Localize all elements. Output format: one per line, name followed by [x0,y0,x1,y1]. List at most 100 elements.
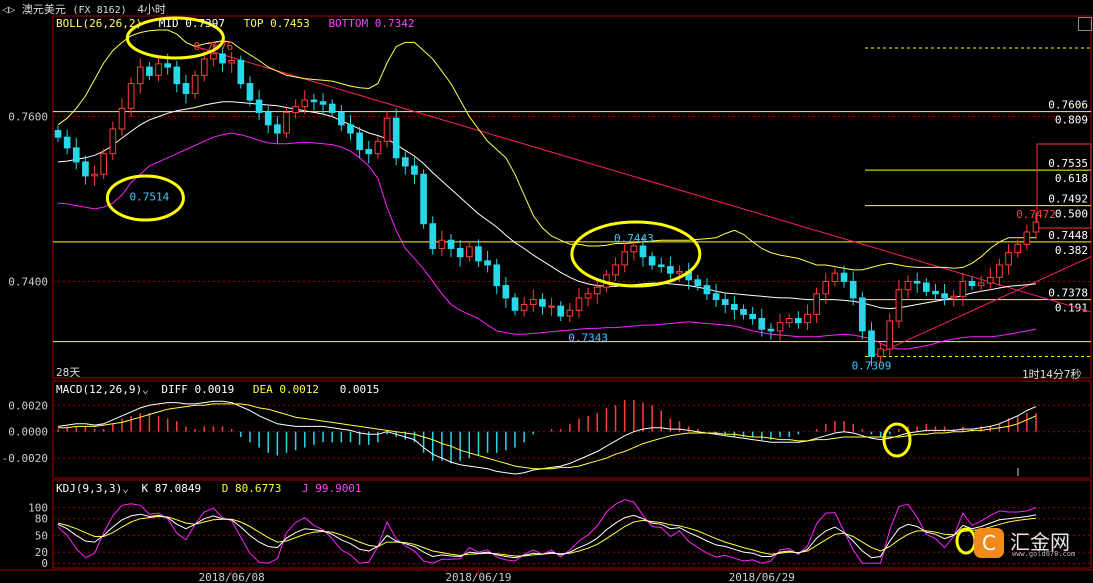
boll-bottom-value: BOTTOM 0.7342 [328,17,415,30]
candle-up [959,280,967,297]
fib-ratio-label: 0.618 [1055,172,1088,185]
candle-down [922,282,930,292]
candle-down [868,330,875,357]
candle-down [456,247,464,258]
symbol-title: ◁▷ 澳元美元 (FX 8162) 4小时 [2,1,166,17]
price-axis-tick: 0.7600 [8,111,48,124]
candle-down [182,83,190,94]
macd-legend: MACD(12,26,9)⌄ DIFF 0.0019 DEA 0.0012 0.… [56,383,379,396]
candle-down [648,256,656,266]
candle-up [950,295,958,299]
candle-up [776,322,784,332]
price-axis-tick: 0.7400 [8,275,48,288]
candle-down [932,290,939,295]
candle-down [82,161,89,177]
chart-canvas: 0.7600 0.7400 0.7606 0.809 0.7535 0.618 0.7492… [0,15,1093,583]
candle-down [795,318,802,324]
candle-down [740,308,747,315]
candle-up [438,239,446,249]
candle-up [593,286,601,295]
candle-down [365,149,373,155]
logo-url: www.gold678.com [1012,550,1076,558]
price-annotation: 0.7514 [130,190,170,203]
candle-down [557,305,565,317]
candle-up [529,299,537,306]
fib-ratio-label: 0.809 [1055,114,1088,127]
candle-down [484,260,491,266]
candle-down [219,53,226,64]
kdj-axis-tick: 80 [35,513,48,526]
candle-down [667,266,674,274]
candle-up [831,272,839,282]
fib-price-label: 0.7492 [1048,193,1088,206]
candle-down [840,272,848,282]
chevron-down-icon[interactable]: ⌄ [142,383,149,396]
macd-axis-tick: 0.0000 [8,426,48,439]
candle-down [639,245,647,258]
candle-down [493,264,501,287]
candle-up [127,83,135,109]
period-selector[interactable]: 4小时 [137,3,166,16]
candle-down [328,103,336,113]
maximize-button[interactable] [1078,17,1092,31]
candle-down [502,285,510,299]
price-annotation: 0.7472 [1016,208,1056,221]
candle-up [986,276,994,284]
candle-up [1032,221,1040,233]
candle-down [475,246,482,262]
candle-down [913,280,921,284]
candle-down [849,280,857,299]
fib-price-label: 0.7606 [1048,99,1088,112]
chevron-down-icon[interactable]: ⌄ [122,482,129,495]
candle-down [968,280,976,287]
candle-up [191,74,199,94]
macd-dea-value: DEA 0.0012 [252,383,320,396]
candle-up [804,313,811,324]
candle-down [347,124,354,134]
candle-down [767,328,775,332]
candle-down [731,304,738,310]
kdj-d-value: D 80.6773 [221,482,282,495]
candle-down [274,124,281,134]
candle-up [200,58,208,76]
candle-up [996,264,1003,278]
fib-ratio-label: 0.382 [1055,244,1088,257]
candle-up [155,63,162,76]
fib-ratio-label: 0.500 [1055,208,1088,221]
watermark-logo: C 汇金网 www.gold678.com [966,522,1090,562]
time-axis-label: 2018/06/08 [199,571,265,583]
fib-price-label: 0.7535 [1048,157,1088,170]
candle-down [63,136,71,149]
candle-down [72,147,80,163]
candle-down [392,117,400,159]
kdj-legend: KDJ(9,3,3)⌄ K 87.0849 D 80.6773 J 99.900… [56,482,362,495]
candle-up [621,251,629,266]
symbol-code: (FX 8162) [72,5,127,16]
candle-down [411,165,418,175]
candle-down [703,285,711,295]
candle-down [255,99,263,113]
candle-up [566,309,574,317]
kdj-label[interactable]: KDJ(9,3,3) [56,482,122,495]
fib-ratio-label: 0.191 [1055,302,1088,315]
fib-price-label: 0.7448 [1048,229,1088,242]
macd-label[interactable]: MACD(12,26,9) [56,383,142,396]
highlight-ellipse [882,422,912,458]
macd-diff-line [57,400,1037,475]
candle-down [338,111,345,126]
candle-down [264,111,272,126]
panel-border [52,15,1092,379]
price-annotation: 0.7343 [568,331,608,344]
candle-down [319,101,327,105]
candle-down [721,299,729,306]
candle-down [164,63,172,68]
candle-down [401,157,409,167]
boll-label[interactable]: BOLL(26,26,2) [56,17,142,30]
candle-up [904,280,912,291]
candle-up [895,289,903,322]
price-annotation: 0.7309 [852,359,892,372]
price-annotation: 0.7443 [614,232,654,245]
candle-down [712,293,720,301]
candle-up [676,271,683,274]
window-icon[interactable]: ◁▷ [2,3,22,16]
